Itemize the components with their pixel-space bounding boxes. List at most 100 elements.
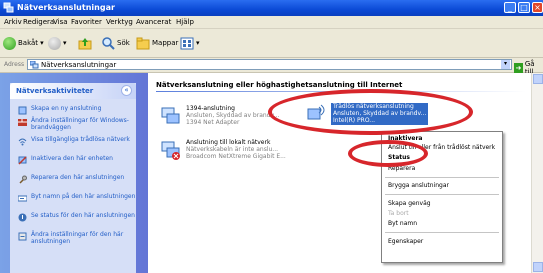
settings-icon — [18, 232, 27, 241]
menu-separator — [385, 194, 499, 195]
firewall-icon — [18, 119, 27, 126]
ctx-bridge[interactable]: Brygga anslutningar — [388, 182, 449, 189]
task-view-status[interactable]: Se status för den här anslutningen — [18, 212, 136, 222]
ctx-status[interactable]: Status — [388, 154, 410, 161]
up-folder-button[interactable] — [78, 35, 92, 51]
connection-name: Trådlös nätverksanslutning — [333, 103, 414, 110]
task-label: Se status för den här anslutningen — [31, 212, 135, 219]
wireless-icon — [18, 138, 27, 146]
menu-avancerat[interactable]: Avancerat — [136, 18, 171, 26]
dropdown-arrow-icon: ▾ — [196, 39, 200, 47]
task-label: Ändra inställningar för den här anslutni… — [31, 231, 124, 245]
menu-hjalp[interactable]: Hjälp — [176, 18, 194, 26]
window-title: Nätverksanslutningar — [17, 3, 115, 12]
title-bar: Nätverksanslutningar _ □ × — [0, 0, 543, 16]
task-change-settings[interactable]: Ändra inställningar för den här anslutni… — [18, 231, 136, 245]
vertical-scrollbar[interactable] — [531, 73, 543, 273]
forward-button[interactable]: ▾ — [48, 35, 67, 51]
menu-bar: Arkiv Redigera Visa Favoriter Verktyg Av… — [0, 16, 543, 29]
up-folder-icon — [78, 37, 92, 49]
toolbar: Bakåt ▾ ▾ Sök Mappar ▾ — [0, 29, 543, 58]
connection-name: Anslutning till lokalt nätverk — [186, 139, 271, 146]
task-firewall-settings[interactable]: Ändra inställningar för Windows-brandväg… — [18, 117, 136, 131]
views-icon — [180, 37, 194, 49]
status-icon — [18, 213, 27, 222]
scroll-down-arrow-icon[interactable] — [533, 262, 543, 272]
back-button[interactable]: Bakåt ▾ — [3, 35, 44, 51]
close-button[interactable]: × — [532, 2, 543, 13]
task-label: Reparera den här anslutningen — [31, 174, 125, 181]
network-connection-icon — [161, 107, 180, 124]
address-label: Adress — [4, 61, 25, 68]
connection-device: Intel(R) PRO... — [333, 117, 376, 124]
task-view-wireless[interactable]: Visa tillgängliga trådlösa nätverk — [18, 136, 136, 146]
task-disable-device[interactable]: Inaktivera den här enheten — [18, 155, 136, 165]
go-arrow-icon: ➜ — [514, 63, 523, 73]
folders-button[interactable]: Mappar — [136, 35, 178, 51]
folders-label: Mappar — [152, 39, 179, 47]
maximize-button[interactable]: □ — [518, 2, 530, 13]
back-label: Bakåt — [18, 39, 39, 47]
task-label: Inaktivera den här enheten — [31, 155, 113, 162]
task-repair-connection[interactable]: Reparera den här anslutningen — [18, 174, 136, 184]
network-icon — [3, 2, 14, 13]
connection-device: 1394 Net Adapter — [186, 119, 240, 126]
task-label: Visa tillgängliga trådlösa nätverk — [31, 136, 130, 143]
connection-status: Ansluten, Skyddad av brandv... — [186, 112, 280, 119]
menu-arkiv[interactable]: Arkiv — [4, 18, 22, 26]
ctx-properties[interactable]: Egenskaper — [388, 238, 423, 245]
wireless-connection-icon — [307, 104, 325, 120]
ctx-connect-wireless[interactable]: Anslut till eller från trådlöst nätverk — [388, 144, 495, 151]
rename-icon — [18, 195, 27, 202]
scroll-up-arrow-icon[interactable] — [533, 74, 543, 84]
back-arrow-icon — [3, 36, 16, 50]
selected-connection-label: Trådlös nätverksanslutning Ansluten, Sky… — [331, 103, 429, 125]
section-divider — [156, 91, 526, 92]
menu-visa[interactable]: Visa — [53, 18, 68, 26]
network-tasks-title: Nätverksaktiviteter — [16, 87, 94, 95]
ctx-disable[interactable]: Inaktivera — [388, 135, 422, 142]
folders-icon — [136, 37, 150, 49]
connection-lan[interactable]: Anslutning till lokalt nätverk Nätverksk… — [160, 139, 286, 161]
task-rename-connection[interactable]: Byt namn på den här anslutningen — [18, 193, 136, 203]
lan-disconnected-icon — [161, 141, 180, 160]
minimize-button[interactable]: _ — [504, 2, 516, 13]
connection-name: 1394-anslutning — [186, 105, 235, 112]
address-value: Nätverksanslutningar — [41, 61, 117, 69]
menu-favoriter[interactable]: Favoriter — [71, 18, 102, 26]
connection-status: Nätverkskabeln är inte anslu... — [186, 146, 279, 153]
dropdown-arrow-icon: ▾ — [63, 39, 67, 47]
menu-separator — [385, 177, 499, 178]
dropdown-arrow-icon: ▾ — [40, 39, 44, 47]
task-create-connection[interactable]: Skapa en ny anslutning — [18, 105, 136, 115]
ctx-rename[interactable]: Byt namn — [388, 220, 417, 227]
task-label: Byt namn på den här anslutningen — [31, 193, 136, 200]
collapse-chevron-icon[interactable]: « — [121, 85, 132, 96]
menu-redigera[interactable]: Redigera — [23, 18, 54, 26]
address-input[interactable]: Nätverksanslutningar ▾ — [27, 59, 512, 70]
views-button[interactable]: ▾ — [180, 35, 200, 51]
connection-1394[interactable]: 1394-anslutning Ansluten, Skyddad av bra… — [160, 105, 279, 127]
ctx-create-shortcut[interactable]: Skapa genväg — [388, 200, 431, 207]
network-icon — [30, 61, 39, 69]
connection-wireless[interactable]: Trådlös nätverksanslutning Ansluten, Sky… — [305, 103, 429, 125]
search-button[interactable]: Sök — [101, 35, 130, 51]
connection-status: Ansluten, Skyddad av brandv... — [333, 110, 427, 117]
ctx-delete[interactable]: Ta bort — [388, 210, 409, 217]
address-dropdown-icon[interactable]: ▾ — [501, 60, 510, 69]
connection-device: Broadcom NetXtreme Gigabit E... — [186, 153, 286, 160]
context-menu: Inaktivera Anslut till eller från trådlö… — [381, 131, 503, 263]
disable-network-icon — [18, 156, 27, 165]
forward-arrow-icon — [48, 36, 61, 50]
ctx-repair[interactable]: Reparera — [388, 165, 415, 172]
task-label: Skapa en ny anslutning — [31, 105, 102, 112]
task-label: Ändra inställningar för Windows-brandväg… — [31, 117, 129, 131]
menu-separator — [385, 232, 499, 233]
search-label: Sök — [117, 39, 130, 47]
address-bar: Adress Nätverksanslutningar ▾ ➜ Gå till — [0, 58, 543, 76]
search-icon — [102, 37, 115, 50]
menu-verktyg[interactable]: Verktyg — [106, 18, 133, 26]
task-pane: Nätverksaktiviteter « Skapa en ny anslut… — [0, 73, 148, 273]
network-tasks-header[interactable]: Nätverksaktiviteter « — [10, 83, 136, 99]
repair-icon — [19, 175, 27, 184]
